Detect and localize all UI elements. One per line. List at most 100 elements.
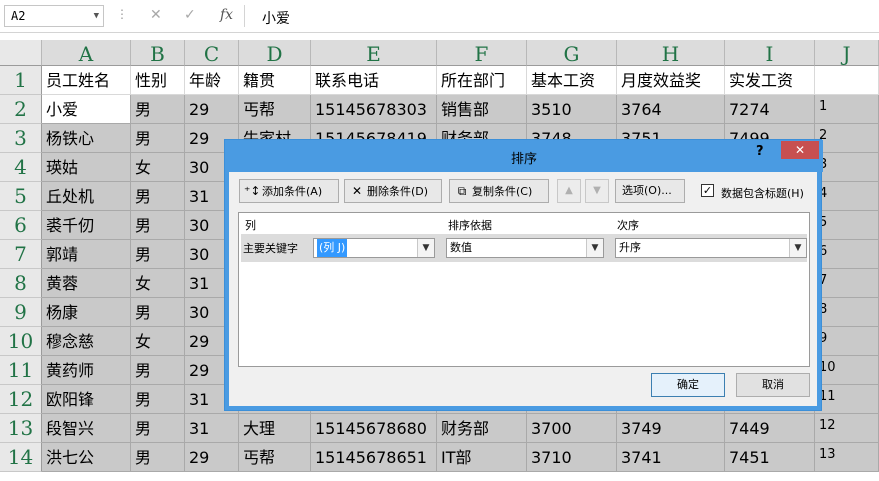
cell-j5[interactable]: 4	[815, 182, 879, 211]
cell-b14[interactable]: 男	[131, 443, 185, 472]
cell-g13[interactable]: 3700	[527, 414, 617, 443]
cell-j11[interactable]: 10	[815, 356, 879, 385]
cell-d1[interactable]: 籍贯	[239, 66, 311, 95]
cell-i14[interactable]: 7451	[725, 443, 815, 472]
row-header-11[interactable]: 11	[0, 356, 42, 385]
row-header-10[interactable]: 10	[0, 327, 42, 356]
cell-b3[interactable]: 男	[131, 124, 185, 153]
cell-i2[interactable]: 7274	[725, 95, 815, 124]
cell-f14[interactable]: IT部	[437, 443, 527, 472]
cell-j8[interactable]: 7	[815, 269, 879, 298]
help-icon[interactable]: ?	[756, 144, 764, 159]
row-header-13[interactable]: 13	[0, 414, 42, 443]
row-header-12[interactable]: 12	[0, 385, 42, 414]
cell-j13[interactable]: 12	[815, 414, 879, 443]
row-header-1[interactable]: 1	[0, 66, 42, 95]
close-button[interactable]: ✕	[781, 141, 819, 159]
options-button[interactable]: 选项(O)...	[615, 179, 685, 203]
cell-a10[interactable]: 穆念慈	[42, 327, 131, 356]
cell-f13[interactable]: 财务部	[437, 414, 527, 443]
cell-c2[interactable]: 29	[185, 95, 239, 124]
cell-h14[interactable]: 3741	[617, 443, 725, 472]
cell-a14[interactable]: 洪七公	[42, 443, 131, 472]
cancel-button[interactable]: 取消	[736, 373, 810, 397]
dialog-titlebar[interactable]: 排序 ? ✕	[225, 140, 823, 172]
add-level-button[interactable]: ⁺↕ 添加条件(A)	[239, 179, 339, 203]
column-header-g[interactable]: G	[527, 40, 617, 66]
copy-level-button[interactable]: ⧉ 复制条件(C)	[449, 179, 549, 203]
cell-j2[interactable]: 1	[815, 95, 879, 124]
row-header-9[interactable]: 9	[0, 298, 42, 327]
cell-e2[interactable]: 15145678303	[311, 95, 437, 124]
cell-b2[interactable]: 男	[131, 95, 185, 124]
cell-d2[interactable]: 丐帮	[239, 95, 311, 124]
cell-j6[interactable]: 5	[815, 211, 879, 240]
cell-j9[interactable]: 8	[815, 298, 879, 327]
cell-a6[interactable]: 裘千仞	[42, 211, 131, 240]
cell-e13[interactable]: 15145678680	[311, 414, 437, 443]
column-header-c[interactable]: C	[185, 40, 239, 66]
cell-i13[interactable]: 7449	[725, 414, 815, 443]
cell-b9[interactable]: 男	[131, 298, 185, 327]
cell-e1[interactable]: 联系电话	[311, 66, 437, 95]
cell-j12[interactable]: 11	[815, 385, 879, 414]
cell-a13[interactable]: 段智兴	[42, 414, 131, 443]
ok-button[interactable]: 确定	[651, 373, 725, 397]
cell-f1[interactable]: 所在部门	[437, 66, 527, 95]
move-down-button[interactable]: ▼	[585, 179, 609, 203]
cell-h1[interactable]: 月度效益奖	[617, 66, 725, 95]
cell-a1[interactable]: 员工姓名	[42, 66, 131, 95]
cell-c1[interactable]: 年龄	[185, 66, 239, 95]
column-header-j[interactable]: J	[815, 40, 879, 66]
cell-d13[interactable]: 大理	[239, 414, 311, 443]
cell-b6[interactable]: 男	[131, 211, 185, 240]
column-header-f[interactable]: F	[437, 40, 527, 66]
row-header-14[interactable]: 14	[0, 443, 42, 472]
cell-b4[interactable]: 女	[131, 153, 185, 182]
cell-h13[interactable]: 3749	[617, 414, 725, 443]
column-header-b[interactable]: B	[131, 40, 185, 66]
cell-j7[interactable]: 6	[815, 240, 879, 269]
column-header-a[interactable]: A	[42, 40, 131, 66]
cell-d14[interactable]: 丐帮	[239, 443, 311, 472]
column-header-h[interactable]: H	[617, 40, 725, 66]
cell-j4[interactable]: 3	[815, 153, 879, 182]
cell-a5[interactable]: 丘处机	[42, 182, 131, 211]
chevron-down-icon[interactable]: ▼	[417, 239, 434, 257]
order-select[interactable]: 升序 ▼	[615, 238, 807, 258]
chevron-down-icon[interactable]: ▼	[586, 239, 603, 257]
name-box[interactable]: A2 ▼	[4, 5, 104, 27]
cell-b5[interactable]: 男	[131, 182, 185, 211]
cell-a8[interactable]: 黄蓉	[42, 269, 131, 298]
cell-a3[interactable]: 杨铁心	[42, 124, 131, 153]
row-header-2[interactable]: 2	[0, 95, 42, 124]
row-header-3[interactable]: 3	[0, 124, 42, 153]
cell-g2[interactable]: 3510	[527, 95, 617, 124]
chevron-down-icon[interactable]: ▼	[789, 239, 806, 257]
sort-on-select[interactable]: 数值 ▼	[446, 238, 604, 258]
cell-b8[interactable]: 女	[131, 269, 185, 298]
cell-j3[interactable]: 2	[815, 124, 879, 153]
cell-g14[interactable]: 3710	[527, 443, 617, 472]
sort-column-select[interactable]: (列 J) ▼	[313, 238, 435, 258]
select-all-corner[interactable]	[0, 40, 42, 66]
cell-a2[interactable]: 小爱	[42, 95, 131, 124]
cell-a7[interactable]: 郭靖	[42, 240, 131, 269]
cell-c14[interactable]: 29	[185, 443, 239, 472]
column-header-d[interactable]: D	[239, 40, 311, 66]
cell-j1[interactable]	[815, 66, 879, 95]
cell-a4[interactable]: 瑛姑	[42, 153, 131, 182]
column-header-i[interactable]: I	[725, 40, 815, 66]
row-header-5[interactable]: 5	[0, 182, 42, 211]
cell-b1[interactable]: 性别	[131, 66, 185, 95]
cell-a9[interactable]: 杨康	[42, 298, 131, 327]
delete-level-button[interactable]: ✕ 删除条件(D)	[344, 179, 442, 203]
cell-a12[interactable]: 欧阳锋	[42, 385, 131, 414]
move-up-button[interactable]: ▲	[557, 179, 581, 203]
cell-c13[interactable]: 31	[185, 414, 239, 443]
cell-b11[interactable]: 男	[131, 356, 185, 385]
cell-e14[interactable]: 15145678651	[311, 443, 437, 472]
row-header-8[interactable]: 8	[0, 269, 42, 298]
cell-i1[interactable]: 实发工资	[725, 66, 815, 95]
name-box-dropdown-icon[interactable]: ▼	[94, 6, 99, 26]
